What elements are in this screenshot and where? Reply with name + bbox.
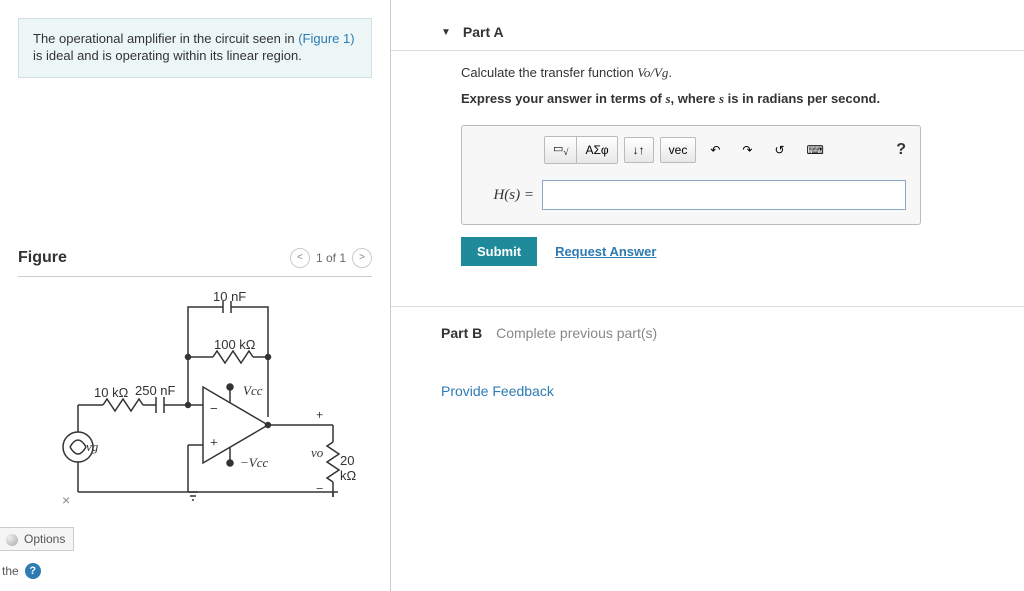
options-tab[interactable]: × Options <box>0 527 74 551</box>
part-b-label: Part B <box>441 325 482 341</box>
label-r-in: 10 kΩ <box>94 385 128 400</box>
label-r-load: 20 kΩ <box>340 453 358 483</box>
label-c-in: 250 nF <box>135 383 175 398</box>
answer-input[interactable] <box>542 180 906 210</box>
part-a-instruction: Express your answer in terms of s, where… <box>461 91 994 107</box>
close-icon[interactable]: × <box>62 492 70 508</box>
svg-text:+: + <box>210 436 218 451</box>
the-row: the ? <box>0 563 41 579</box>
greek-tool[interactable]: ΑΣφ <box>577 137 616 163</box>
help-icon[interactable]: ? <box>25 563 41 579</box>
options-label: Options <box>24 532 65 546</box>
request-answer-link[interactable]: Request Answer <box>555 244 656 259</box>
figure-header: Figure < 1 of 1 > <box>18 248 372 277</box>
figure-prev-button[interactable]: < <box>290 248 310 268</box>
svg-text:−: − <box>316 481 323 496</box>
figure-counter: 1 of 1 <box>316 251 346 265</box>
figure-link[interactable]: (Figure 1) <box>298 31 354 46</box>
intro-text-before: The operational amplifier in the circuit… <box>33 31 298 46</box>
figure-title: Figure <box>18 249 67 267</box>
collapse-icon: ▼ <box>441 27 451 38</box>
redo-button[interactable]: ↷ <box>734 137 760 163</box>
keyboard-button[interactable]: ⌨ <box>799 137 832 163</box>
problem-intro: The operational amplifier in the circuit… <box>18 18 372 78</box>
part-a-title: Part A <box>463 24 504 40</box>
label-vcc-neg: −Vcc <box>240 455 268 471</box>
vec-tool[interactable]: vec <box>660 137 697 163</box>
part-a-prompt: Calculate the transfer function Vo/Vg. <box>461 65 994 81</box>
figure-next-button[interactable]: > <box>352 248 372 268</box>
label-vo: vo <box>311 445 323 461</box>
provide-feedback-link[interactable]: Provide Feedback <box>391 353 1024 399</box>
reset-button[interactable]: ↺ <box>766 137 792 163</box>
circuit-diagram: − + + − 10 nF 100 kΩ 10 kΩ 250 nF Vcc −V… <box>18 297 358 517</box>
label-c-top: 10 nF <box>213 289 246 304</box>
answer-box: ▭√ ΑΣφ ↓↑ vec ↶ ↷ ↺ ⌨ ? H(s) = <box>461 125 921 225</box>
svg-text:+: + <box>316 407 323 422</box>
subscript-tool[interactable]: ↓↑ <box>624 137 654 163</box>
label-vcc-pos: Vcc <box>243 383 262 399</box>
undo-button[interactable]: ↶ <box>702 137 728 163</box>
intro-text-after: is ideal and is operating within its lin… <box>33 48 302 63</box>
svg-text:−: − <box>210 402 218 417</box>
part-b-msg: Complete previous part(s) <box>496 325 657 341</box>
math-toolbar: ▭√ ΑΣφ ↓↑ vec ↶ ↷ ↺ ⌨ ? <box>462 126 920 170</box>
toolbar-help-icon[interactable]: ? <box>896 141 906 159</box>
submit-button[interactable]: Submit <box>461 237 537 266</box>
part-a-header[interactable]: ▼ Part A <box>391 0 1024 51</box>
label-vg: vg <box>86 439 98 455</box>
template-tool[interactable]: ▭√ <box>545 137 577 163</box>
part-b-row: Part B Complete previous part(s) <box>391 306 1024 353</box>
label-r-fb: 100 kΩ <box>214 337 256 352</box>
answer-lhs: H(s) = <box>476 187 534 204</box>
